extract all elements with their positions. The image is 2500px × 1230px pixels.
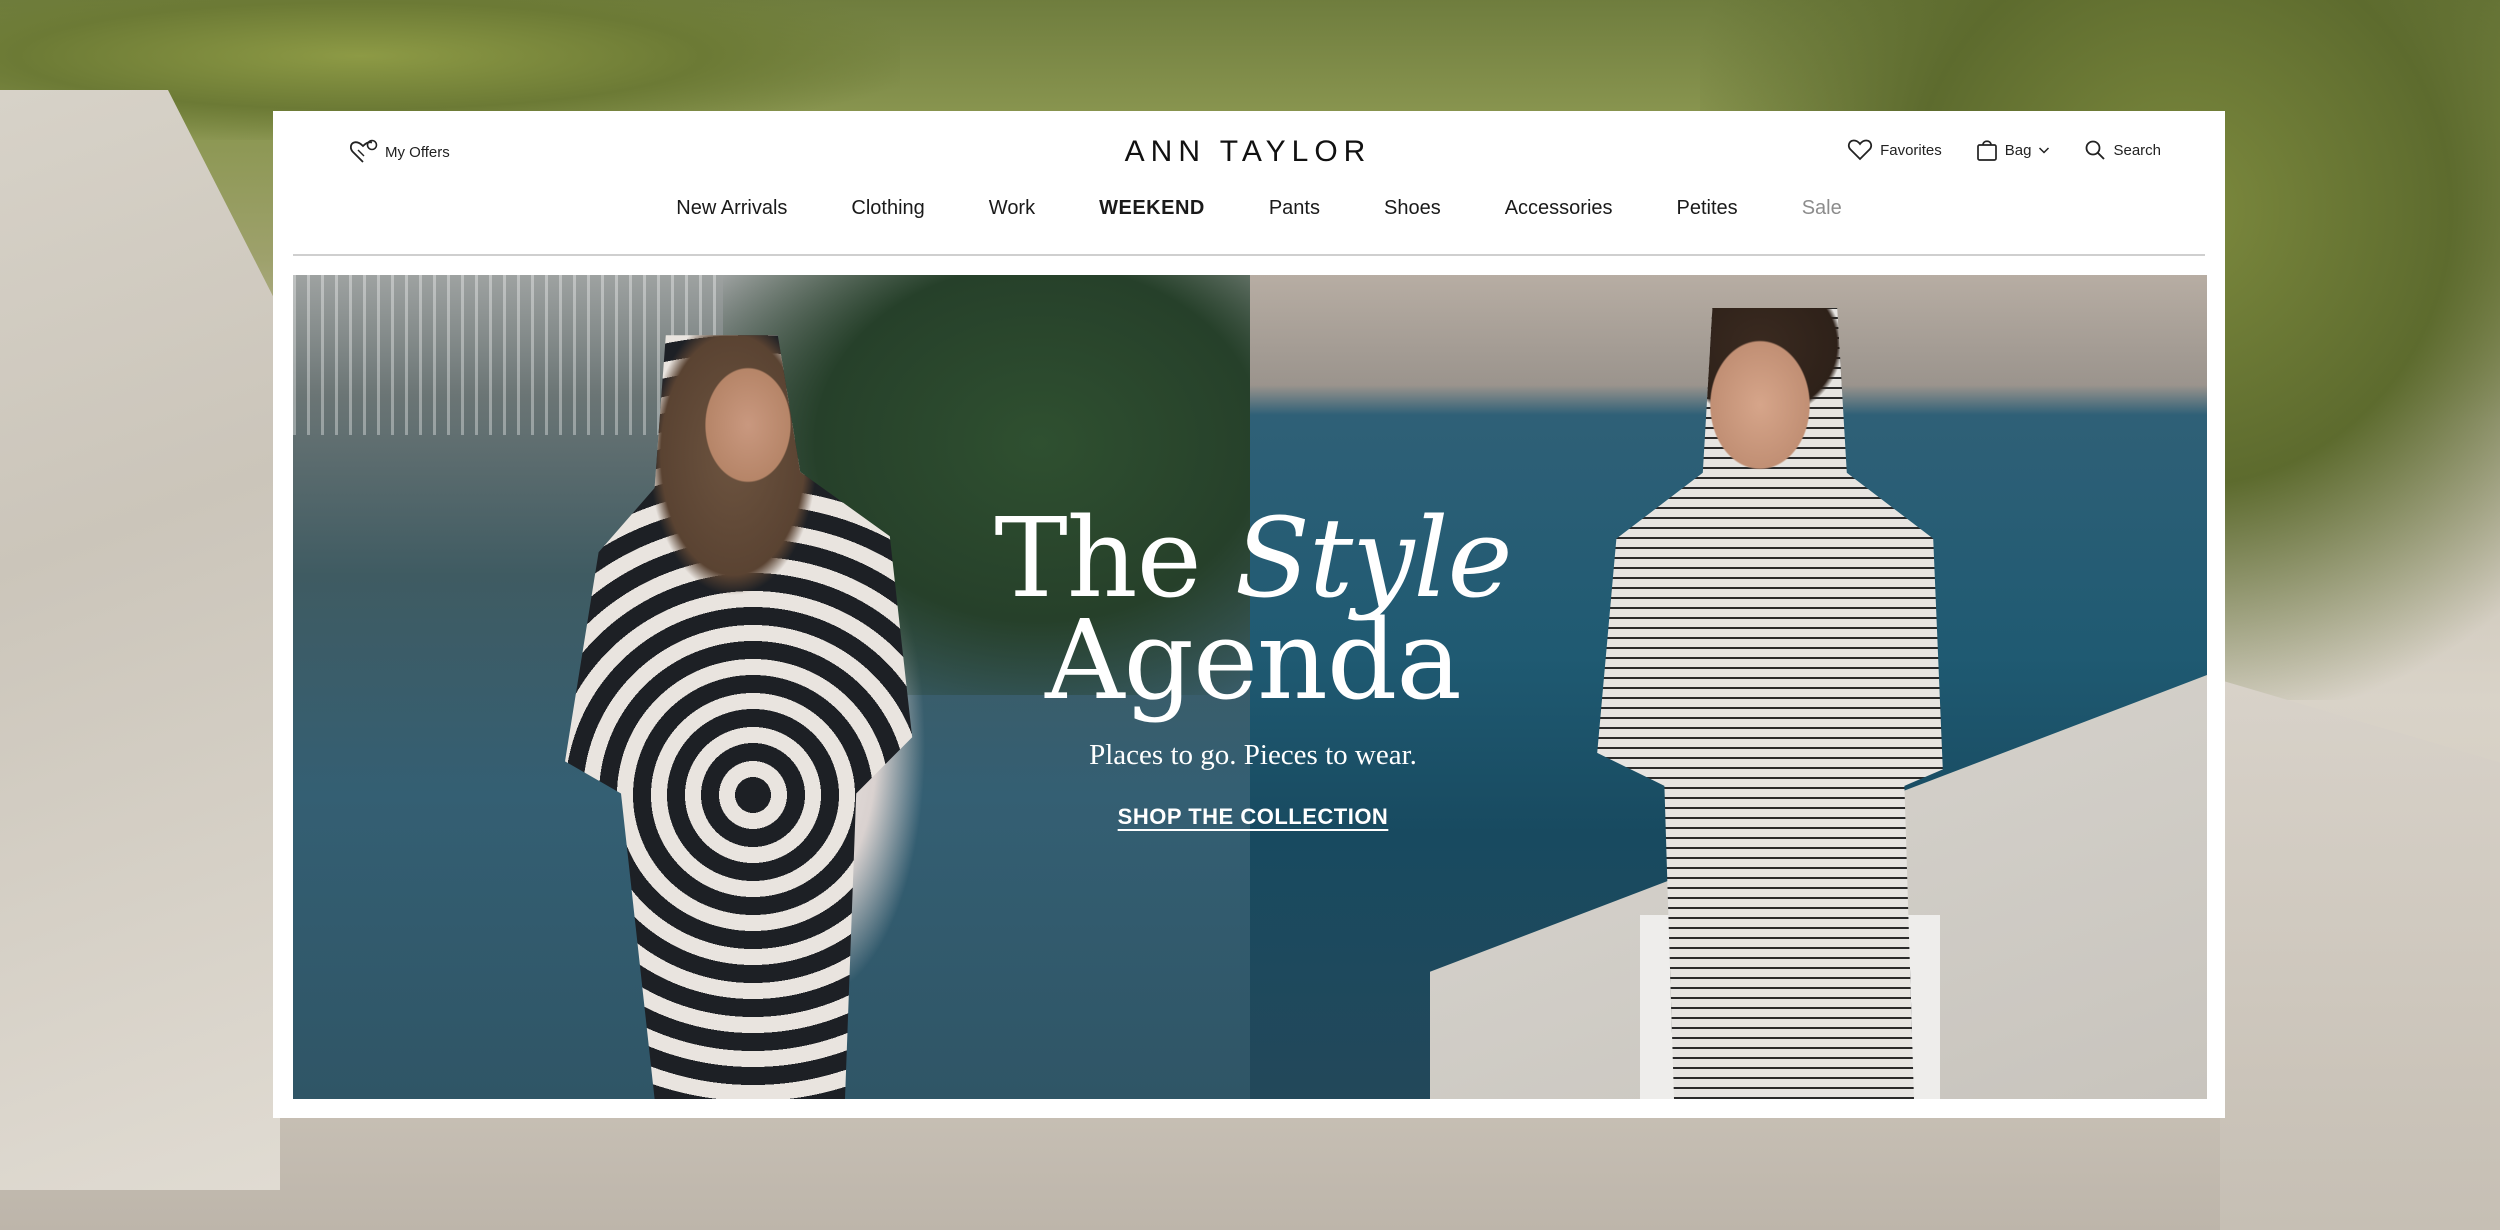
- nav-item-new-arrivals[interactable]: New Arrivals: [676, 197, 787, 237]
- nav-item-work[interactable]: Work: [989, 197, 1035, 237]
- nav-item-sale[interactable]: Sale: [1802, 197, 1842, 237]
- heart-tag-icon: [349, 139, 379, 165]
- bag-label: Bag: [2004, 141, 2032, 159]
- nav-item-shoes[interactable]: Shoes: [1384, 197, 1441, 237]
- main-navigation: New Arrivals Clothing Work WEEKEND Pants…: [273, 197, 2225, 237]
- favorites-label: Favorites: [1880, 141, 1942, 159]
- bag-link[interactable]: Bag: [1976, 138, 2051, 162]
- shopping-bag-icon: [1976, 138, 1998, 162]
- search-label: Search: [2113, 141, 2161, 159]
- site-header: My Offers ANN TAYLOR Favorites Bag Searc…: [273, 111, 2225, 211]
- nav-item-pants[interactable]: Pants: [1269, 197, 1320, 237]
- background-roof-right: [2220, 680, 2500, 1230]
- search-icon: [2084, 139, 2106, 161]
- chevron-down-icon[interactable]: [2038, 145, 2050, 155]
- site-window: My Offers ANN TAYLOR Favorites Bag Searc…: [273, 111, 2225, 1118]
- nav-item-petites[interactable]: Petites: [1677, 197, 1738, 237]
- brand-logo[interactable]: ANN TAYLOR: [1123, 135, 1373, 169]
- nav-item-weekend[interactable]: WEEKEND: [1099, 197, 1205, 237]
- hero-left-fountain: [293, 275, 723, 435]
- shop-the-collection-link[interactable]: SHOP THE COLLECTION: [1118, 804, 1389, 830]
- background-roof-left: [0, 90, 280, 1190]
- headline-word-agenda: Agenda: [1045, 596, 1462, 724]
- hero-subhead: Places to go. Pieces to wear.: [1089, 739, 1417, 771]
- nav-item-clothing[interactable]: Clothing: [851, 197, 924, 237]
- hero-headline: The Style Agenda: [853, 503, 1653, 715]
- nav-item-accessories[interactable]: Accessories: [1505, 197, 1613, 237]
- hero-copy: The Style Agenda Places to go. Pieces to…: [853, 503, 1653, 830]
- my-offers-link[interactable]: My Offers: [349, 139, 450, 165]
- heart-icon: [1847, 138, 1873, 162]
- header-divider: [293, 254, 2205, 256]
- favorites-link[interactable]: Favorites: [1847, 138, 1942, 162]
- hero-banner[interactable]: The Style Agenda Places to go. Pieces to…: [293, 275, 2207, 1099]
- search-link[interactable]: Search: [2084, 139, 2161, 161]
- utility-nav: Favorites Bag Search: [1847, 138, 2161, 162]
- my-offers-label: My Offers: [385, 143, 450, 161]
